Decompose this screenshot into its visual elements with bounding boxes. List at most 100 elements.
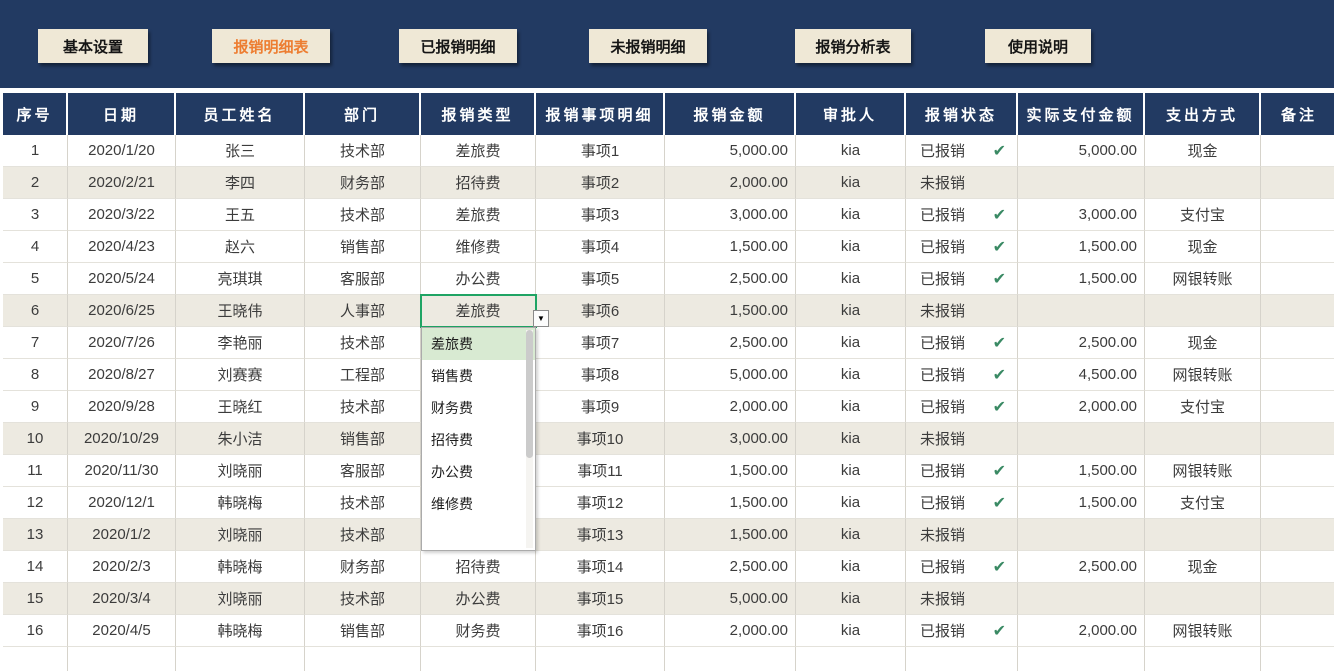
cell-department[interactable]: 客服部 xyxy=(305,455,421,487)
cell-paid-amount[interactable]: 2,500.00 xyxy=(1018,551,1145,583)
cell-expense-type[interactable]: 差旅费 xyxy=(421,199,536,231)
cell-expense-item[interactable]: 事项2 xyxy=(536,167,665,199)
cell-employee-name[interactable]: 韩晓梅 xyxy=(176,551,305,583)
column-header-4[interactable]: 报销类型 xyxy=(421,93,536,135)
cell-seq[interactable]: 1 xyxy=(3,135,68,167)
cell-status[interactable]: 未报销 xyxy=(906,519,1018,551)
cell-seq[interactable]: 13 xyxy=(3,519,68,551)
cell-department[interactable]: 技术部 xyxy=(305,391,421,423)
empty-cell[interactable] xyxy=(1145,647,1261,671)
column-header-9[interactable]: 实际支付金额 xyxy=(1018,93,1145,135)
cell-note[interactable] xyxy=(1261,615,1334,647)
cell-expense-item[interactable]: 事项13 xyxy=(536,519,665,551)
cell-approver[interactable]: kia xyxy=(796,551,906,583)
cell-date[interactable]: 2020/1/20 xyxy=(68,135,176,167)
cell-seq[interactable]: 6 xyxy=(3,295,68,327)
cell-employee-name[interactable]: 赵六 xyxy=(176,231,305,263)
cell-status[interactable]: 未报销 xyxy=(906,167,1018,199)
cell-employee-name[interactable]: 朱小洁 xyxy=(176,423,305,455)
cell-employee-name[interactable]: 韩晓梅 xyxy=(176,487,305,519)
cell-paid-amount[interactable]: 5,000.00 xyxy=(1018,135,1145,167)
column-header-7[interactable]: 审批人 xyxy=(796,93,906,135)
cell-employee-name[interactable]: 刘赛赛 xyxy=(176,359,305,391)
cell-expense-type[interactable]: 办公费 xyxy=(421,583,536,615)
cell-employee-name[interactable]: 刘晓丽 xyxy=(176,519,305,551)
cell-employee-name[interactable]: 李四 xyxy=(176,167,305,199)
cell-approver[interactable]: kia xyxy=(796,167,906,199)
cell-approver[interactable]: kia xyxy=(796,615,906,647)
cell-expense-type[interactable]: 差旅费 xyxy=(421,135,536,167)
cell-amount[interactable]: 5,000.00 xyxy=(665,135,796,167)
tab-expense-analysis[interactable]: 报销分析表 xyxy=(795,29,911,63)
cell-paid-amount[interactable] xyxy=(1018,295,1145,327)
cell-note[interactable] xyxy=(1261,583,1334,615)
cell-note[interactable] xyxy=(1261,551,1334,583)
cell-expense-item[interactable]: 事项1 xyxy=(536,135,665,167)
cell-amount[interactable]: 2,500.00 xyxy=(665,551,796,583)
cell-department[interactable]: 销售部 xyxy=(305,231,421,263)
cell-amount[interactable]: 1,500.00 xyxy=(665,487,796,519)
cell-status[interactable]: 未报销 xyxy=(906,423,1018,455)
empty-cell[interactable] xyxy=(421,647,536,671)
cell-note[interactable] xyxy=(1261,231,1334,263)
cell-department[interactable]: 技术部 xyxy=(305,583,421,615)
cell-payment-method[interactable]: 网银转账 xyxy=(1145,263,1261,295)
cell-seq[interactable]: 12 xyxy=(3,487,68,519)
cell-payment-method[interactable] xyxy=(1145,295,1261,327)
cell-note[interactable] xyxy=(1261,487,1334,519)
cell-note[interactable] xyxy=(1261,295,1334,327)
cell-amount[interactable]: 3,000.00 xyxy=(665,423,796,455)
cell-status[interactable]: 未报销 xyxy=(906,295,1018,327)
cell-payment-method[interactable] xyxy=(1145,167,1261,199)
cell-expense-type[interactable]: 招待费 xyxy=(421,551,536,583)
cell-seq[interactable]: 4 xyxy=(3,231,68,263)
cell-date[interactable]: 2020/3/4 xyxy=(68,583,176,615)
cell-status[interactable]: 已报销✔ xyxy=(906,359,1018,391)
tab-instructions[interactable]: 使用说明 xyxy=(985,29,1091,63)
cell-seq[interactable]: 14 xyxy=(3,551,68,583)
cell-expense-item[interactable]: 事项9 xyxy=(536,391,665,423)
cell-note[interactable] xyxy=(1261,135,1334,167)
cell-payment-method[interactable] xyxy=(1145,423,1261,455)
column-header-5[interactable]: 报销事项明细 xyxy=(536,93,665,135)
cell-amount[interactable]: 2,000.00 xyxy=(665,615,796,647)
cell-paid-amount[interactable] xyxy=(1018,583,1145,615)
cell-paid-amount[interactable]: 4,500.00 xyxy=(1018,359,1145,391)
cell-approver[interactable]: kia xyxy=(796,487,906,519)
cell-paid-amount[interactable] xyxy=(1018,519,1145,551)
cell-note[interactable] xyxy=(1261,519,1334,551)
cell-employee-name[interactable]: 王晓伟 xyxy=(176,295,305,327)
cell-note[interactable] xyxy=(1261,167,1334,199)
empty-cell[interactable] xyxy=(176,647,305,671)
cell-department[interactable]: 技术部 xyxy=(305,135,421,167)
empty-cell[interactable] xyxy=(1018,647,1145,671)
tab-reimbursed-detail[interactable]: 已报销明细 xyxy=(399,29,517,63)
selected-expense-type-cell[interactable]: 差旅费 xyxy=(421,295,536,327)
cell-payment-method[interactable]: 支付宝 xyxy=(1145,487,1261,519)
column-header-6[interactable]: 报销金额 xyxy=(665,93,796,135)
cell-date[interactable]: 2020/6/25 xyxy=(68,295,176,327)
cell-approver[interactable]: kia xyxy=(796,359,906,391)
cell-expense-type[interactable]: 维修费 xyxy=(421,231,536,263)
cell-payment-method[interactable]: 网银转账 xyxy=(1145,455,1261,487)
cell-payment-method[interactable]: 现金 xyxy=(1145,135,1261,167)
cell-department[interactable]: 工程部 xyxy=(305,359,421,391)
cell-approver[interactable]: kia xyxy=(796,455,906,487)
cell-department[interactable]: 技术部 xyxy=(305,199,421,231)
cell-amount[interactable]: 1,500.00 xyxy=(665,455,796,487)
cell-employee-name[interactable]: 韩晓梅 xyxy=(176,615,305,647)
cell-date[interactable]: 2020/9/28 xyxy=(68,391,176,423)
cell-department[interactable]: 技术部 xyxy=(305,487,421,519)
cell-expense-item[interactable]: 事项10 xyxy=(536,423,665,455)
cell-paid-amount[interactable]: 1,500.00 xyxy=(1018,455,1145,487)
cell-expense-item[interactable]: 事项7 xyxy=(536,327,665,359)
cell-department[interactable]: 人事部 xyxy=(305,295,421,327)
empty-cell[interactable] xyxy=(796,647,906,671)
cell-approver[interactable]: kia xyxy=(796,519,906,551)
cell-status[interactable]: 已报销✔ xyxy=(906,327,1018,359)
cell-paid-amount[interactable] xyxy=(1018,167,1145,199)
cell-note[interactable] xyxy=(1261,391,1334,423)
cell-note[interactable] xyxy=(1261,199,1334,231)
cell-date[interactable]: 2020/5/24 xyxy=(68,263,176,295)
cell-date[interactable]: 2020/7/26 xyxy=(68,327,176,359)
